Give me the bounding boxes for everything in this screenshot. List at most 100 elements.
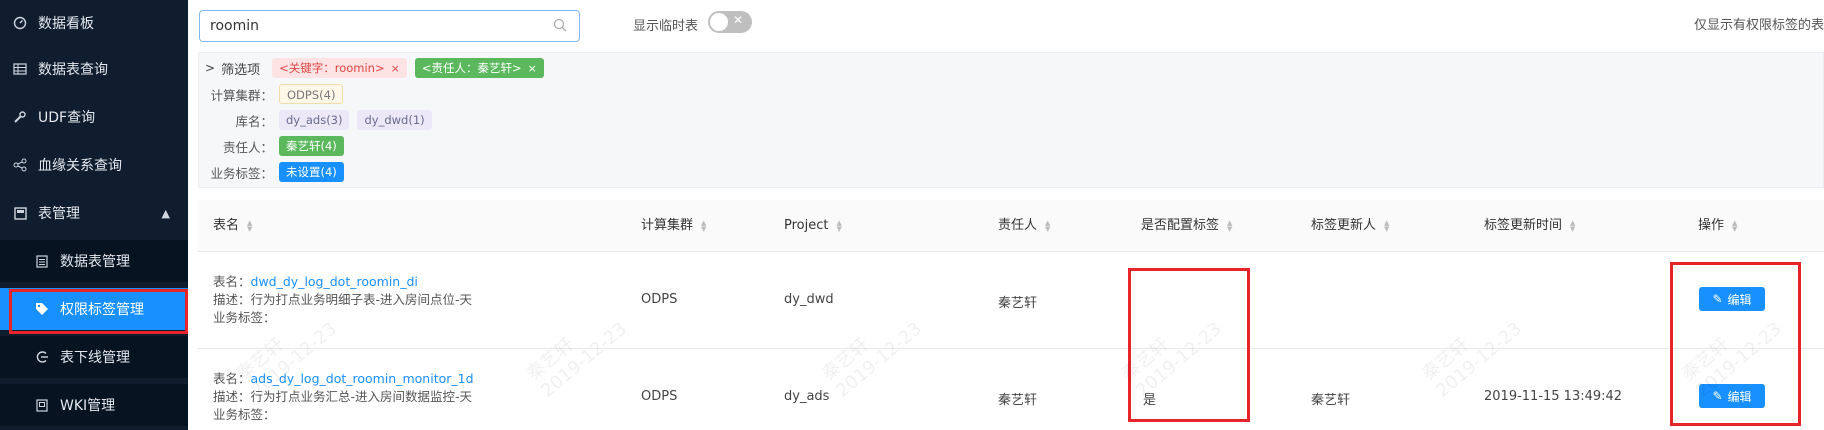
close-icon: ✕ [732,13,743,27]
table-icon [12,61,28,77]
sort-icon[interactable]: ▲ ▼ [1045,219,1053,232]
chip-label: <责任人：秦艺轩> [421,61,522,75]
table-header: 表名 ▲ ▼ 计算集群 ▲ ▼ Project ▲ ▼ 责任人 ▲ ▼ 是否配置标签 ▲ ▼ 标签更… [198,200,1824,252]
tag-updater-cell: 秦艺轩 [1311,393,1351,408]
share-icon [12,157,28,173]
sidebar-item-table-query[interactable]: 数据表查询 [0,48,188,90]
wrench-icon [12,109,28,125]
column-label: 是否配置标签 [1141,218,1220,233]
column-header-actions[interactable]: 操作 ▲ ▼ [1698,200,1740,252]
table-name-link[interactable]: ads_dy_log_dot_roomin_monitor_1d [251,371,474,386]
sidebar-item-data-table-management[interactable]: 数据表管理 [0,240,188,282]
list-icon [34,253,50,269]
sort-icon[interactable]: ▲ ▼ [1227,219,1235,232]
table-name-cell: 表名：dwd_dy_log_dot_roomin_di 描述：行为打点业务明细子… [213,273,472,327]
column-header-owner[interactable]: 责任人 ▲ ▼ [998,200,1053,252]
filter-toggle[interactable]: > 筛选项 [205,59,260,78]
show-temp-table-label: 显示临时表 [633,19,699,34]
sidebar-item-lineage-query[interactable]: 血缘关系查询 [0,144,188,186]
column-label: 责任人 [998,218,1038,233]
search-icon[interactable] [553,18,569,34]
column-header-cluster[interactable]: 计算集群 ▲ ▼ [641,200,709,252]
close-icon[interactable]: × [391,62,400,75]
desc-prefix: 描述： [213,292,251,307]
owner-filter-chip[interactable]: <责任人：秦艺轩> × [414,58,544,78]
filter-chip-owner[interactable]: 秦艺轩(4) [279,136,344,156]
name-prefix: 表名： [213,371,251,386]
desc-prefix: 描述： [213,389,251,404]
show-temp-table-toggle[interactable]: ✕ [708,11,752,33]
toggle-knob [710,13,728,31]
sort-icon[interactable]: ▲ ▼ [247,219,255,232]
sidebar-item-label: UDF查询 [38,110,96,126]
filter-row-business-tag: 业务标签： 未设置(4) [198,162,352,182]
highlight-box-tag-configured [1128,268,1250,422]
business-tag-label: 业务标签： [213,310,276,325]
sidebar: 数据看板 数据表查询 UDF查询 血缘关系查询 表管理 ▲ 数据表管理 权限标签… [0,0,188,430]
sidebar-item-label: WKI管理 [60,398,116,414]
column-header-project[interactable]: Project ▲ ▼ [784,200,844,252]
column-label: 表名 [213,218,240,233]
owner-cell: 秦艺轩 [998,296,1038,311]
filter-row-owner: 责任人： 秦艺轩(4) [198,136,352,156]
filter-chip-unset[interactable]: 未设置(4) [279,162,344,182]
highlight-box-actions [1670,262,1801,426]
sidebar-item-wki-management[interactable]: WKI管理 [0,384,188,426]
filter-panel: > 筛选项 <关键字：roomin> × <责任人：秦艺轩> × 计算集群： ODP… [198,52,1824,188]
table-description: 行为打点业务明细子表-进入房间点位-天 [250,292,473,307]
project-cell: dy_ads [784,389,830,404]
chip-label: <关键字：roomin> [279,61,385,75]
sidebar-item-table-offline-management[interactable]: 表下线管理 [0,336,188,378]
table-name-link[interactable]: dwd_dy_log_dot_roomin_di [251,274,418,289]
offline-icon [34,349,50,365]
table-row: 表名：ads_dy_log_dot_roomin_monitor_1d 描述：行… [198,350,1824,430]
filter-row-label: 库名： [235,113,273,129]
filter-row-label: 责任人： [222,139,273,155]
filter-row-database: 库名： dy_ads(3) dy_dwd(1) [198,110,440,130]
filter-chip-dy-ads[interactable]: dy_ads(3) [279,110,350,130]
doc-icon [34,397,50,413]
close-icon[interactable]: × [528,62,537,75]
column-header-tag-updated-time[interactable]: 标签更新时间 ▲ ▼ [1484,200,1578,252]
filter-row-label: 业务标签： [210,165,273,181]
tag-updated-time-cell: 2019-11-15 13:49:42 [1484,389,1623,404]
table-name-cell: 表名：ads_dy_log_dot_roomin_monitor_1d 描述：行… [213,370,474,424]
sort-icon[interactable]: ▲ ▼ [701,219,709,232]
sort-icon[interactable]: ▲ ▼ [1384,219,1392,232]
sidebar-item-label: 数据表管理 [60,254,130,270]
sidebar-item-udf-query[interactable]: UDF查询 [0,96,188,138]
name-prefix: 表名： [213,274,251,289]
sidebar-item-label: 血缘关系查询 [38,158,122,174]
business-tag-label: 业务标签： [213,407,276,422]
table-row: 表名：dwd_dy_log_dot_roomin_di 描述：行为打点业务明细子… [198,253,1824,349]
table-description: 行为打点业务汇总-进入房间数据监控-天 [250,389,473,404]
sort-icon[interactable]: ▲ ▼ [1732,219,1740,232]
column-label: 计算集群 [641,218,694,233]
cluster-cell: ODPS [641,292,678,307]
sort-icon[interactable]: ▲ ▼ [1570,219,1578,232]
owner-cell: 秦艺轩 [998,393,1038,408]
filter-title: 筛选项 [221,62,261,78]
dashboard-icon [12,15,28,31]
search-box [199,10,580,42]
filter-chip-dy-dwd[interactable]: dy_dwd(1) [357,110,432,130]
search-input[interactable] [210,18,553,34]
highlight-box-sidebar [9,289,188,334]
column-header-table-name[interactable]: 表名 ▲ ▼ [213,200,255,252]
sort-icon[interactable]: ▲ ▼ [836,219,844,232]
sidebar-item-label: 数据表查询 [38,62,108,78]
keyword-filter-chip[interactable]: <关键字：roomin> × [272,58,407,78]
sidebar-item-dashboard[interactable]: 数据看板 [0,2,188,44]
sidebar-item-label: 表管理 [38,206,80,222]
filter-header: > 筛选项 <关键字：roomin> × <责任人：秦艺轩> × [205,56,552,80]
sidebar-item-label: 数据看板 [38,16,94,32]
project-cell: dy_dwd [784,292,834,307]
column-label: 标签更新时间 [1484,218,1563,233]
permission-only-note: 仅显示有权限标签的表 [1694,18,1824,33]
filter-chip-odps[interactable]: ODPS(4) [279,84,344,104]
column-header-tag-configured[interactable]: 是否配置标签 ▲ ▼ [1141,200,1235,252]
column-header-tag-updater[interactable]: 标签更新人 ▲ ▼ [1311,200,1392,252]
column-label: Project [784,218,829,233]
filter-row-label: 计算集群： [210,87,273,103]
sidebar-item-table-management[interactable]: 表管理 ▲ [0,192,188,234]
